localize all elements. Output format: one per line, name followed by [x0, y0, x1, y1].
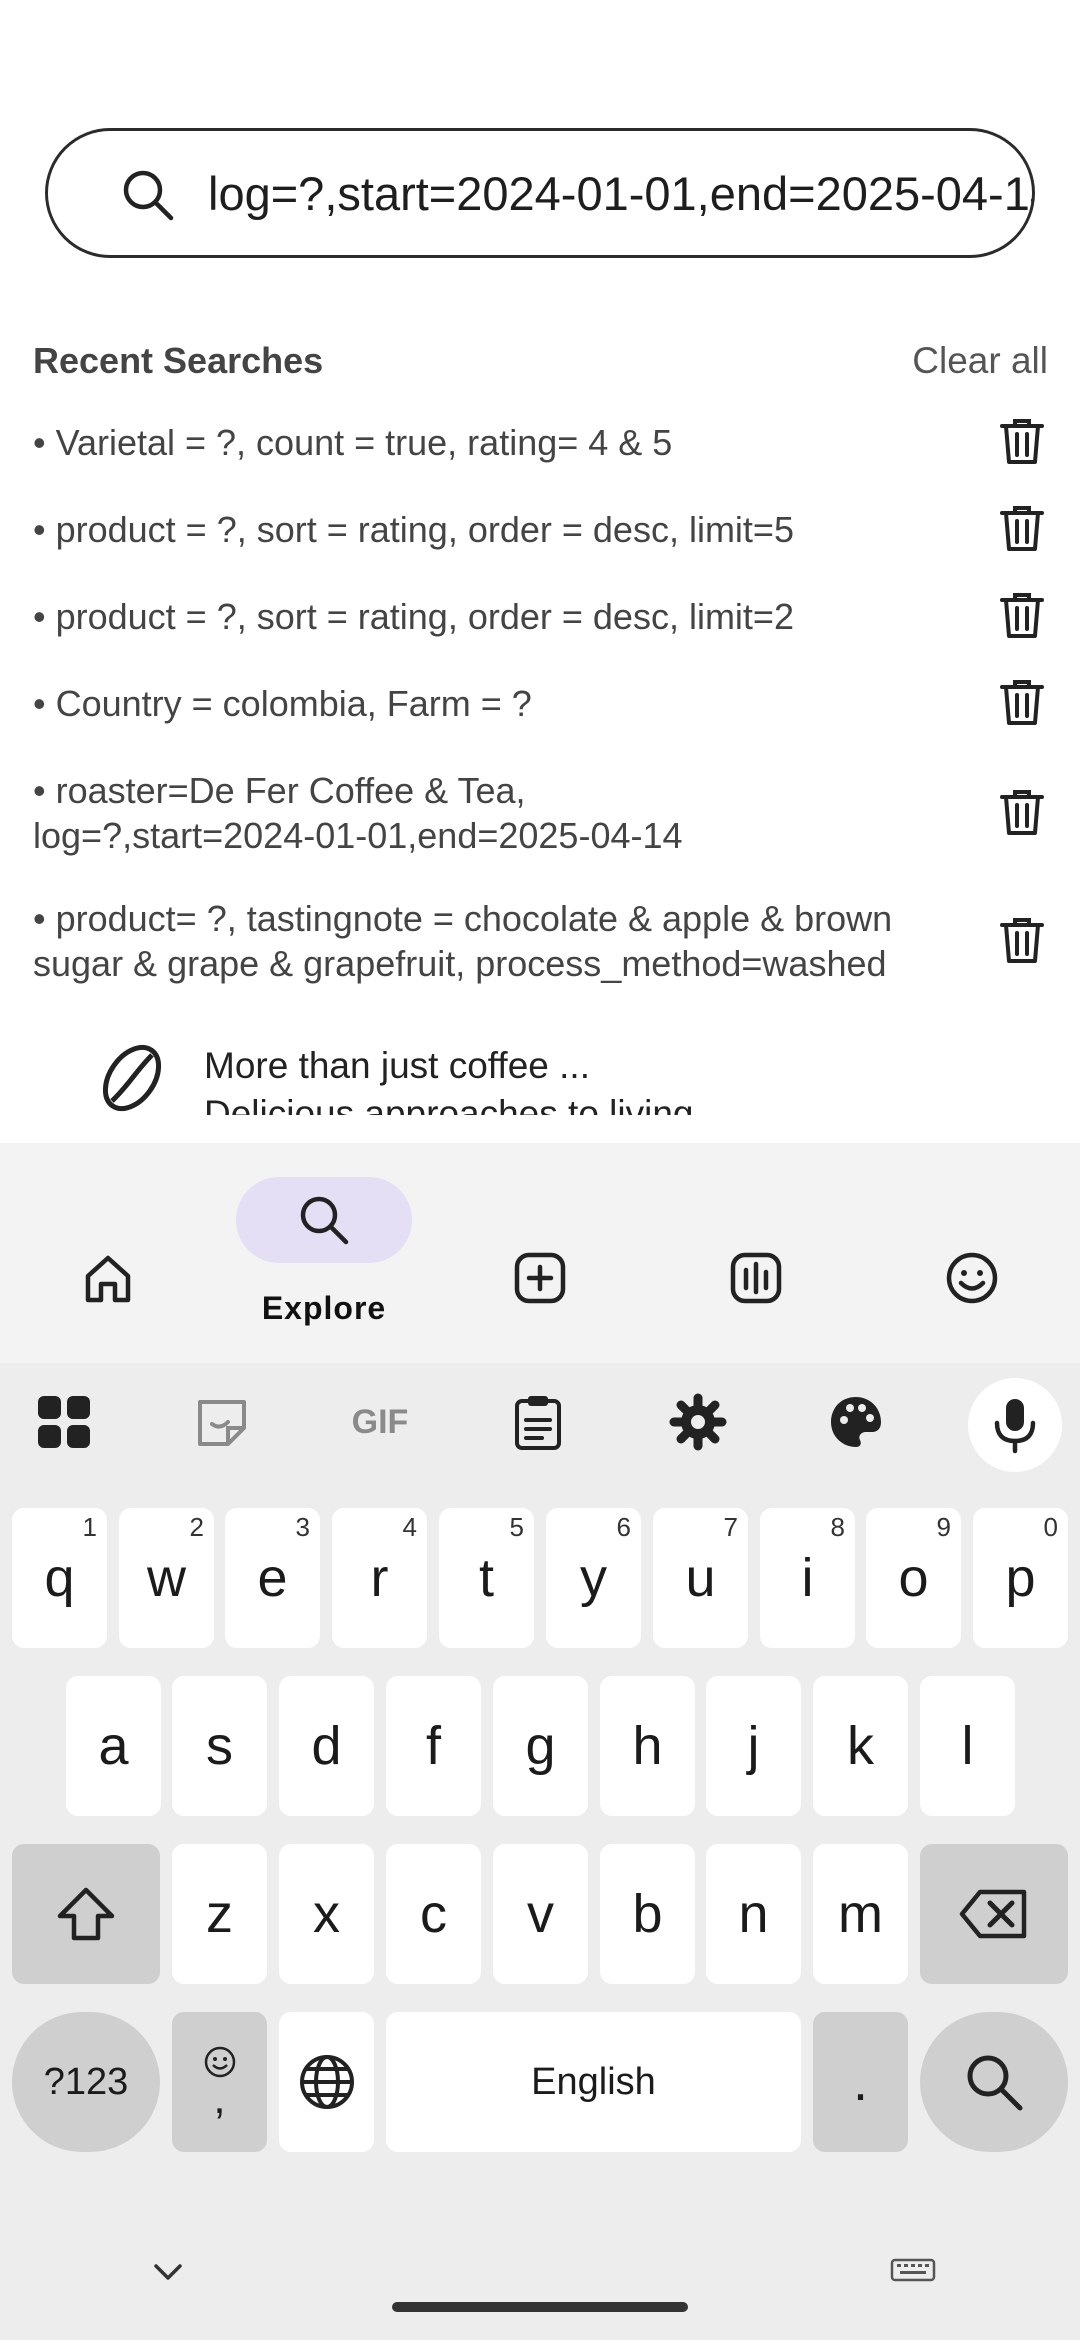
comma-label: , [213, 2074, 226, 2123]
stats-icon [730, 1252, 782, 1304]
recent-search-line: log=?,start=2024-01-01,end=2025-04-14 [33, 815, 683, 856]
key-c[interactable]: c [386, 1844, 481, 1984]
key-b[interactable]: b [600, 1844, 695, 1984]
recent-search-text: • Varietal = ?, count = true, rating= 4 … [33, 422, 673, 463]
key-e[interactable]: e3 [225, 1508, 320, 1648]
recent-search-text: • roaster=De Fer Coffee & Tea, log=?,sta… [33, 768, 943, 858]
coffee-bean-logo-icon [102, 1044, 162, 1112]
key-x[interactable]: x [279, 1844, 374, 1984]
key-h[interactable]: h [600, 1676, 695, 1816]
key-a[interactable]: a [66, 1676, 161, 1816]
nav-profile[interactable] [864, 1143, 1080, 1363]
search-bar[interactable] [45, 128, 1035, 258]
key-w[interactable]: w2 [119, 1508, 214, 1648]
nav-explore-label: Explore [261, 1290, 387, 1326]
clear-all-button[interactable]: Clear all [912, 340, 1048, 382]
shift-key[interactable] [12, 1844, 160, 1984]
delete-icon[interactable] [996, 786, 1048, 838]
key-o[interactable]: o9 [866, 1508, 961, 1648]
nav-stats[interactable] [648, 1143, 864, 1363]
key-k[interactable]: k [813, 1676, 908, 1816]
apps-icon[interactable] [34, 1392, 94, 1452]
smiley-icon [946, 1252, 998, 1304]
recent-search-item[interactable]: • product= ?, tastingnote = chocolate & … [33, 896, 1048, 988]
search-icon [300, 1196, 349, 1245]
home-icon [85, 1255, 131, 1303]
key-f[interactable]: f [386, 1676, 481, 1816]
promo-title: More than just coffee ... [204, 1045, 590, 1086]
recent-searches-title: Recent Searches [33, 340, 324, 381]
delete-icon[interactable] [996, 502, 1048, 554]
key-p[interactable]: p0 [973, 1508, 1068, 1648]
key-i[interactable]: i8 [760, 1508, 855, 1648]
recent-search-text: • product = ?, sort = rating, order = de… [33, 596, 794, 637]
language-key[interactable] [279, 2012, 374, 2152]
add-box-icon [514, 1252, 566, 1304]
delete-icon[interactable] [996, 914, 1048, 966]
key-m[interactable]: m [813, 1844, 908, 1984]
delete-icon[interactable] [996, 415, 1048, 467]
search-icon [123, 170, 174, 221]
mic-icon[interactable] [985, 1395, 1045, 1455]
recent-search-line: sugar & grape & grapefruit, process_meth… [33, 943, 887, 984]
nav-add[interactable] [432, 1143, 648, 1363]
recent-search-text: • Country = colombia, Farm = ? [33, 683, 532, 724]
keyboard-switch-icon[interactable] [890, 2258, 936, 2288]
key-g[interactable]: g [493, 1676, 588, 1816]
key-v[interactable]: v [493, 1844, 588, 1984]
backspace-key[interactable] [920, 1844, 1068, 1984]
recent-search-item[interactable]: • Country = colombia, Farm = ? [33, 680, 1048, 727]
nav-explore[interactable] [236, 1177, 412, 1263]
key-y[interactable]: y6 [546, 1508, 641, 1648]
emoji-comma-key[interactable]: , [172, 2012, 267, 2152]
search-action-key[interactable] [920, 2012, 1068, 2152]
key-q[interactable]: q1 [12, 1508, 107, 1648]
key-z[interactable]: z [172, 1844, 267, 1984]
key-l[interactable]: l [920, 1676, 1015, 1816]
recent-search-item[interactable]: • roaster=De Fer Coffee & Tea, log=?,sta… [33, 768, 1048, 860]
recent-searches-header: Recent Searches Clear all [33, 340, 1048, 386]
gif-button[interactable]: GIF [340, 1392, 420, 1452]
key-r[interactable]: r4 [332, 1508, 427, 1648]
search-icon [967, 2055, 1023, 2111]
recent-search-item[interactable]: • product = ?, sort = rating, order = de… [33, 593, 1048, 640]
shift-icon [57, 1887, 115, 1941]
recent-search-text: • product = ?, sort = rating, order = de… [33, 509, 794, 550]
key-j[interactable]: j [706, 1676, 801, 1816]
bottom-navigation [0, 1143, 1080, 1363]
key-s[interactable]: s [172, 1676, 267, 1816]
period-key[interactable]: . [813, 2012, 908, 2152]
delete-icon[interactable] [996, 676, 1048, 728]
palette-icon[interactable] [826, 1392, 886, 1452]
key-t[interactable]: t5 [439, 1508, 534, 1648]
key-u[interactable]: u7 [653, 1508, 748, 1648]
recent-search-item[interactable]: • Varietal = ?, count = true, rating= 4 … [33, 419, 1048, 466]
recent-search-line: • roaster=De Fer Coffee & Tea, [33, 770, 526, 811]
globe-icon [299, 2055, 354, 2109]
settings-icon[interactable] [668, 1392, 728, 1452]
search-input[interactable] [206, 131, 1032, 255]
recent-search-line: • product= ?, tastingnote = chocolate & … [33, 898, 893, 939]
sticker-icon[interactable] [192, 1392, 252, 1452]
recent-search-item[interactable]: • product = ?, sort = rating, order = de… [33, 506, 1048, 553]
key-d[interactable]: d [279, 1676, 374, 1816]
delete-icon[interactable] [996, 589, 1048, 641]
promo-subtitle: Delicious approaches to living [204, 1093, 694, 1115]
key-n[interactable]: n [706, 1844, 801, 1984]
nav-home[interactable] [0, 1143, 216, 1363]
home-indicator[interactable] [392, 2302, 688, 2312]
promo-banner: More than just coffee ... Delicious appr… [0, 1035, 1080, 1115]
clipboard-icon[interactable] [508, 1392, 568, 1452]
collapse-keyboard-icon[interactable] [148, 2258, 188, 2288]
symbols-key[interactable]: ?123 [12, 2012, 160, 2152]
space-key[interactable]: English [386, 2012, 801, 2152]
recent-search-text: • product= ?, tastingnote = chocolate & … [33, 896, 943, 986]
backspace-icon [959, 1889, 1027, 1939]
